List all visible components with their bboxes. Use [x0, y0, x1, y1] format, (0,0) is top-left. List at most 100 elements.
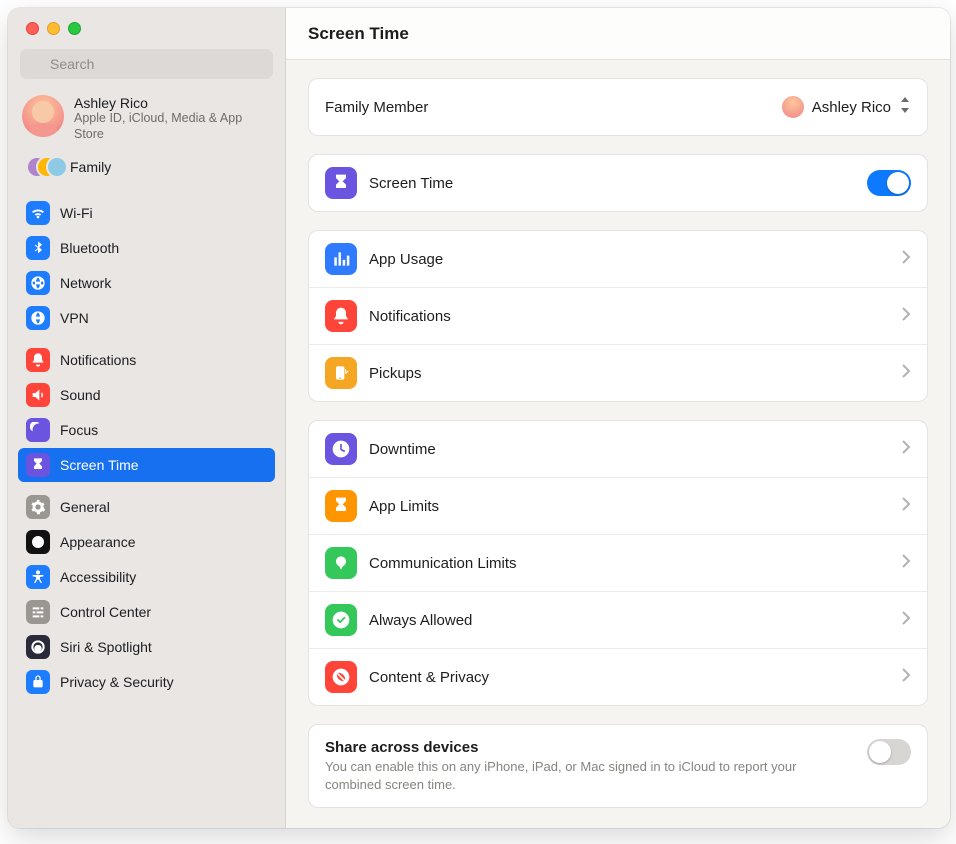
hourglass-icon: [325, 167, 357, 199]
row-label: Always Allowed: [369, 612, 890, 629]
window-controls: [8, 8, 285, 43]
row-always[interactable]: Always Allowed: [309, 591, 927, 648]
sidebar-item-privacy[interactable]: Privacy & Security: [18, 665, 275, 699]
page-title: Screen Time: [308, 24, 409, 44]
pickups-icon: [325, 357, 357, 389]
sidebar-item-sound[interactable]: Sound: [18, 378, 275, 412]
row-pickups[interactable]: Pickups: [309, 344, 927, 401]
family-member-selected: Ashley Rico: [812, 99, 891, 116]
row-commlimits[interactable]: Communication Limits: [309, 534, 927, 591]
apple-id-account[interactable]: Ashley Rico Apple ID, iCloud, Media & Ap…: [18, 89, 275, 150]
sidebar-item-screentime[interactable]: Screen Time: [18, 448, 275, 482]
sidebar-item-accessibility[interactable]: Accessibility: [18, 560, 275, 594]
sidebar-item-controlcenter[interactable]: Control Center: [18, 595, 275, 629]
sidebar-scroll: Ashley Rico Apple ID, iCloud, Media & Ap…: [8, 89, 285, 700]
family-member-label: Family Member: [325, 99, 770, 116]
sidebar-item-label: Network: [60, 275, 111, 291]
minimize-window-button[interactable]: [47, 22, 60, 35]
family-avatars: [26, 156, 58, 178]
sidebar-item-focus[interactable]: Focus: [18, 413, 275, 447]
sidebar-group: Notifications Sound Focus Screen Time: [18, 343, 275, 482]
focus-icon: [26, 418, 50, 442]
sidebar-item-network[interactable]: Network: [18, 266, 275, 300]
row-applimits[interactable]: App Limits: [309, 477, 927, 534]
screentime-toggle[interactable]: [867, 170, 911, 196]
sidebar-item-bluetooth[interactable]: Bluetooth: [18, 231, 275, 265]
family-member-select[interactable]: Ashley Rico: [782, 96, 911, 118]
notif-icon: [325, 300, 357, 332]
sidebar-item-label: Accessibility: [60, 569, 136, 585]
accessibility-icon: [26, 565, 50, 589]
row-app-usage[interactable]: App Usage: [309, 231, 927, 287]
sidebar-item-siri[interactable]: Siri & Spotlight: [18, 630, 275, 664]
sidebar-item-general[interactable]: General: [18, 490, 275, 524]
commlimits-icon: [325, 547, 357, 579]
row-downtime[interactable]: Downtime: [309, 421, 927, 477]
family-label: Family: [70, 159, 111, 175]
screentime-toggle-label: Screen Time: [369, 175, 855, 192]
row-label: App Limits: [369, 498, 890, 515]
sidebar-item-wifi[interactable]: Wi-Fi: [18, 196, 275, 230]
row-label: Content & Privacy: [369, 669, 890, 686]
sidebar-item-label: Sound: [60, 387, 100, 403]
screentime-icon: [26, 453, 50, 477]
sidebar-item-label: VPN: [60, 310, 89, 326]
row-label: Downtime: [369, 441, 890, 458]
content-icon: [325, 661, 357, 693]
account-text: Ashley Rico Apple ID, iCloud, Media & Ap…: [74, 95, 271, 142]
sidebar-item-label: Privacy & Security: [60, 674, 174, 690]
siri-icon: [26, 635, 50, 659]
sidebar-item-family[interactable]: Family: [18, 150, 275, 188]
share-toggle[interactable]: [867, 739, 911, 765]
bluetooth-icon: [26, 236, 50, 260]
privacy-icon: [26, 670, 50, 694]
row-content[interactable]: Content & Privacy: [309, 648, 927, 705]
family-member-row: Family Member Ashley Rico: [309, 79, 927, 135]
chevron-right-icon: [902, 364, 911, 383]
chevron-right-icon: [902, 250, 911, 269]
search-container: [8, 43, 285, 89]
screentime-toggle-row: Screen Time: [309, 155, 927, 211]
sidebar-item-label: Focus: [60, 422, 98, 438]
close-window-button[interactable]: [26, 22, 39, 35]
settings-section-card: Downtime App Limits Communication Limits Al…: [308, 420, 928, 706]
sidebar-item-label: Wi-Fi: [60, 205, 93, 221]
sidebar-group: Wi-Fi Bluetooth Network VPN: [18, 196, 275, 335]
always-icon: [325, 604, 357, 636]
zoom-window-button[interactable]: [68, 22, 81, 35]
chevron-right-icon: [902, 668, 911, 687]
screentime-toggle-card: Screen Time: [308, 154, 928, 212]
titlebar: Screen Time: [286, 8, 950, 60]
avatar: [782, 96, 804, 118]
sidebar-item-appearance[interactable]: Appearance: [18, 525, 275, 559]
sidebar-item-label: Siri & Spotlight: [60, 639, 152, 655]
chevron-right-icon: [902, 611, 911, 630]
search-input[interactable]: [20, 49, 273, 79]
sidebar: Ashley Rico Apple ID, iCloud, Media & Ap…: [8, 8, 286, 828]
sidebar-item-label: Notifications: [60, 352, 136, 368]
chevron-right-icon: [902, 497, 911, 516]
account-subtitle: Apple ID, iCloud, Media & App Store: [74, 111, 271, 142]
row-label: Pickups: [369, 365, 890, 382]
sidebar-group: General Appearance Accessibility Control Ce…: [18, 490, 275, 699]
network-icon: [26, 271, 50, 295]
settings-section-card: App Usage Notifications Pickups: [308, 230, 928, 402]
row-notif[interactable]: Notifications: [309, 287, 927, 344]
appearance-icon: [26, 530, 50, 554]
settings-window: Ashley Rico Apple ID, iCloud, Media & Ap…: [8, 8, 950, 828]
sidebar-item-vpn[interactable]: VPN: [18, 301, 275, 335]
chevron-right-icon: [902, 440, 911, 459]
sidebar-item-notifications[interactable]: Notifications: [18, 343, 275, 377]
sidebar-item-label: Screen Time: [60, 457, 139, 473]
main-pane: Screen Time Family Member Ashley Rico: [286, 8, 950, 828]
share-across-devices-card: Share across devices You can enable this…: [308, 724, 928, 808]
sound-icon: [26, 383, 50, 407]
share-title: Share across devices: [325, 739, 855, 756]
downtime-icon: [325, 433, 357, 465]
sidebar-item-label: Bluetooth: [60, 240, 119, 256]
row-label: Notifications: [369, 308, 890, 325]
chevron-updown-icon: [899, 97, 911, 117]
sidebar-item-label: Appearance: [60, 534, 136, 550]
chevron-right-icon: [902, 307, 911, 326]
family-member-card: Family Member Ashley Rico: [308, 78, 928, 136]
